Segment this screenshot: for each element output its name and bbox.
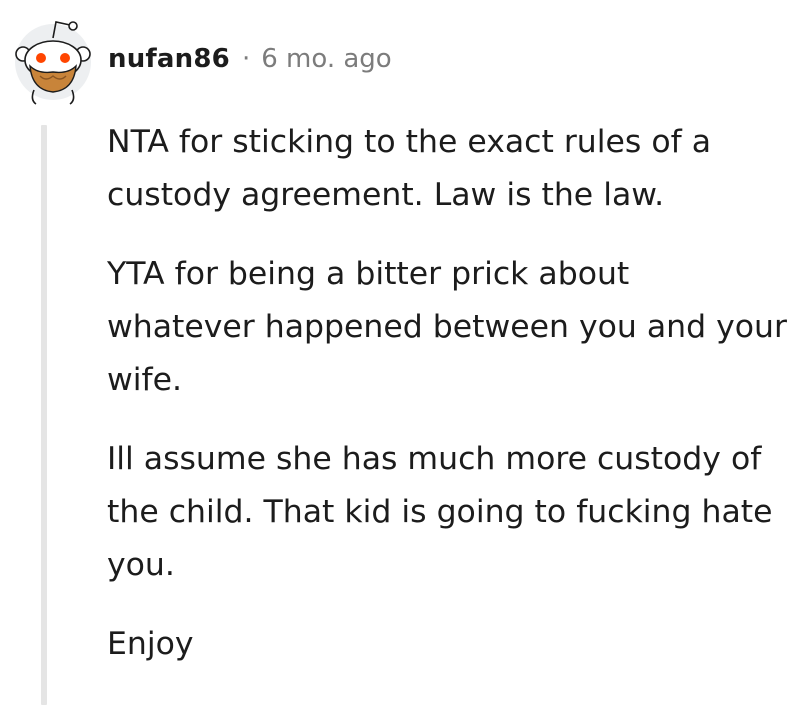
comment-paragraph: Enjoy — [107, 626, 194, 662]
thread-collapse-line[interactable] — [41, 125, 47, 705]
comment-paragraph: YTA for being a bitter prick about whate… — [107, 256, 787, 398]
comment-paragraph: Ill assume she has much more custody of … — [107, 441, 773, 583]
comment-body: NTA for sticking to the exact rules of a… — [107, 116, 787, 671]
comment-meta: nufan86 · 6 mo. ago — [108, 44, 392, 74]
comment-paragraph: NTA for sticking to the exact rules of a… — [107, 124, 711, 213]
comment-timestamp[interactable]: 6 mo. ago — [261, 44, 391, 74]
comment: nufan86 · 6 mo. ago NTA for sticking to … — [0, 0, 800, 705]
meta-separator: · — [241, 44, 251, 74]
comment-header: nufan86 · 6 mo. ago — [10, 12, 392, 108]
comment-username[interactable]: nufan86 — [108, 44, 230, 74]
snoo-avatar-icon[interactable] — [10, 12, 96, 108]
